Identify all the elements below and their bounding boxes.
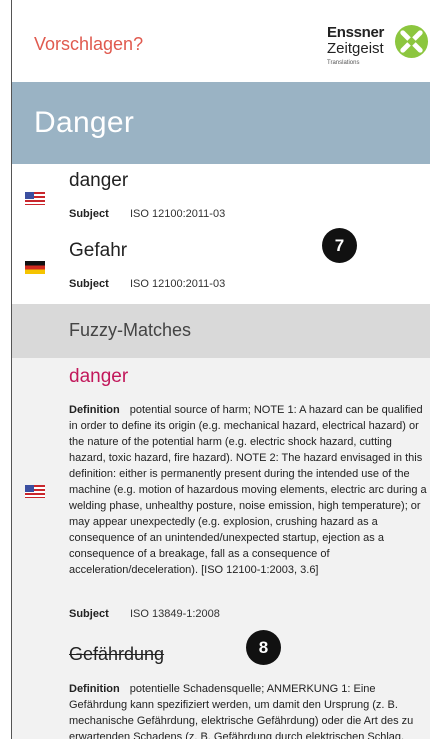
company-logo: Enssner Zeitgeist Translations xyxy=(327,22,430,70)
app-header: Vorschlagen? Enssner Zeitgeist Translati… xyxy=(12,0,430,82)
subject-value: ISO 13849-1:2008 xyxy=(130,608,220,620)
step-badge-8: 8 xyxy=(246,630,281,665)
term-entry[interactable]: danger Subject ISO 12100:2011-03 xyxy=(12,164,430,235)
page-title: Danger xyxy=(34,106,135,139)
us-flag-icon xyxy=(25,485,45,498)
term-text: danger xyxy=(69,170,129,191)
fuzzy-term[interactable]: danger xyxy=(69,366,128,388)
subject-label: Subject xyxy=(69,278,109,290)
subject-label: Subject xyxy=(69,608,109,620)
de-flag-icon xyxy=(25,261,45,274)
fuzzy-matches-header: Fuzzy-Matches xyxy=(12,304,430,358)
definition-block: Definition potential source of harm; NOTE… xyxy=(69,402,429,578)
step-badge-7: 7 xyxy=(322,228,357,263)
logo-line3: Translations xyxy=(327,60,360,66)
us-flag-icon xyxy=(25,192,45,205)
term-text: Gefahr xyxy=(69,240,128,261)
fuzzy-matches-list: danger Definition potential source of har… xyxy=(12,358,430,739)
definition-text: potentielle Schadensquelle; ANMERKUNG 1:… xyxy=(69,683,414,739)
logo-mark-icon xyxy=(394,24,429,59)
subject-label: Subject xyxy=(69,208,109,220)
subject-row: Subject ISO 12100:2011-03 xyxy=(69,278,225,290)
fuzzy-term-deprecated[interactable]: Gefährdung xyxy=(69,644,164,665)
term-entry[interactable]: Gefahr Subject ISO 12100:2011-03 xyxy=(12,234,430,304)
definition-label: Definition xyxy=(69,683,120,695)
title-band: Danger xyxy=(12,82,430,164)
subject-row: Subject ISO 13849-1:2008 xyxy=(69,608,220,620)
definition-label: Definition xyxy=(69,404,120,416)
subject-value: ISO 12100:2011-03 xyxy=(130,278,226,290)
definition-text: potential source of harm; NOTE 1: A haza… xyxy=(69,404,427,576)
app-frame: Vorschlagen? Enssner Zeitgeist Translati… xyxy=(11,0,430,739)
definition-block: Definition potentielle Schadensquelle; AN… xyxy=(69,681,429,739)
logo-line1: Enssner xyxy=(327,24,385,41)
suggest-link[interactable]: Vorschlagen? xyxy=(34,34,143,55)
logo-line2: Zeitgeist xyxy=(327,40,384,57)
subject-row: Subject ISO 12100:2011-03 xyxy=(69,208,225,220)
subject-value: ISO 12100:2011-03 xyxy=(130,208,226,220)
fuzzy-matches-heading: Fuzzy-Matches xyxy=(69,320,192,340)
